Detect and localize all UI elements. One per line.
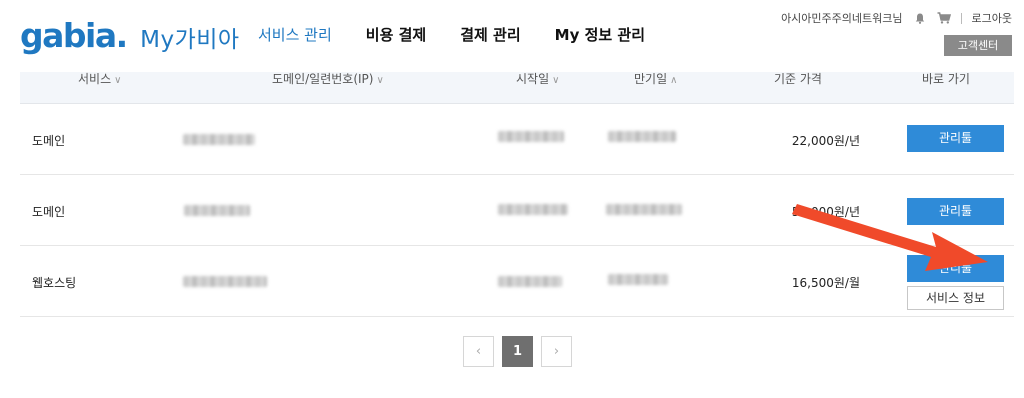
bell-icon[interactable] bbox=[915, 13, 925, 24]
logo-dot: . bbox=[115, 16, 129, 55]
current-page-button[interactable]: 1 bbox=[502, 336, 533, 367]
redacted-start-date bbox=[498, 204, 568, 215]
table-row: 도메인 22,000원/년 관리툴 bbox=[20, 104, 1014, 175]
column-label: 시작일 bbox=[516, 72, 550, 86]
next-page-button[interactable]: › bbox=[541, 336, 572, 367]
column-header-start-date[interactable]: 시작일 ∨ bbox=[516, 72, 559, 88]
table-header: 서비스 ∨ 도메인/일련번호(IP) ∨ 시작일 ∨ 만기일 ∧ 기준 가격 바로 가기 bbox=[20, 72, 1014, 104]
nav-service-management[interactable]: 서비스 관리 bbox=[258, 24, 332, 46]
column-header-domain[interactable]: 도메인/일련번호(IP) ∨ bbox=[272, 72, 384, 88]
sort-caret-icon: ∧ bbox=[670, 75, 678, 86]
prev-page-button[interactable]: ‹ bbox=[463, 336, 494, 367]
column-header-base-price: 기준 가격 bbox=[774, 72, 822, 86]
sort-caret-icon: ∨ bbox=[114, 75, 122, 86]
logo-my-gabia: My가비아 bbox=[140, 27, 240, 53]
column-label: 서비스 bbox=[78, 72, 112, 86]
service-name: 웹호스팅 bbox=[32, 276, 77, 290]
username: 아시아민주주의네트워크님 bbox=[781, 12, 903, 25]
redacted-domain bbox=[184, 205, 250, 216]
column-header-expiry-date[interactable]: 만기일 ∧ bbox=[634, 72, 677, 88]
cart-icon[interactable] bbox=[937, 12, 951, 24]
service-name: 도메인 bbox=[32, 134, 66, 148]
manage-tool-button[interactable]: 관리툴 bbox=[907, 255, 1004, 282]
divider bbox=[960, 12, 962, 24]
service-info-button[interactable]: 서비스 정보 bbox=[907, 286, 1004, 310]
redacted-domain bbox=[183, 276, 267, 287]
table-row: 웹호스팅 16,500원/월 관리툴 서비스 정보 bbox=[20, 246, 1014, 317]
redacted-start-date bbox=[498, 276, 562, 287]
gabia-logo[interactable]: gabia . My가비아 bbox=[20, 18, 240, 54]
logout-link[interactable]: 로그아웃 bbox=[972, 10, 1012, 26]
nav-my-info-management[interactable]: My 정보 관리 bbox=[555, 24, 645, 46]
base-price: 22,000원/년 bbox=[791, 134, 860, 148]
nav-payment-management[interactable]: 결제 관리 bbox=[460, 24, 520, 46]
column-label: 바로 가기 bbox=[922, 72, 970, 86]
redacted-expiry-date bbox=[608, 131, 676, 142]
redacted-expiry-date bbox=[608, 274, 668, 285]
service-name: 도메인 bbox=[32, 205, 66, 219]
column-label: 만기일 bbox=[634, 72, 668, 86]
sort-caret-icon: ∨ bbox=[376, 75, 384, 86]
base-price: 55,000원/년 bbox=[791, 205, 860, 219]
redacted-start-date bbox=[498, 131, 564, 142]
main-nav: 서비스 관리 비용 결제 결제 관리 My 정보 관리 bbox=[258, 24, 679, 46]
service-table: 서비스 ∨ 도메인/일련번호(IP) ∨ 시작일 ∨ 만기일 ∧ 기준 가격 바로 가기… bbox=[20, 72, 1014, 317]
column-header-shortcut: 바로 가기 bbox=[922, 72, 970, 86]
column-label: 기준 가격 bbox=[774, 72, 822, 86]
table-row: 도메인 55,000원/년 관리툴 bbox=[20, 175, 1014, 246]
base-price: 16,500원/월 bbox=[791, 276, 860, 290]
nav-billing-payment[interactable]: 비용 결제 bbox=[366, 24, 426, 46]
column-header-service[interactable]: 서비스 ∨ bbox=[78, 72, 121, 88]
manage-tool-button[interactable]: 관리툴 bbox=[907, 198, 1004, 225]
pagination: ‹ 1 › bbox=[463, 336, 580, 367]
logo-wordmark: gabia bbox=[20, 16, 117, 55]
sort-caret-icon: ∨ bbox=[552, 75, 560, 86]
column-label: 도메인/일련번호(IP) bbox=[272, 72, 374, 86]
customer-center-button[interactable]: 고객센터 bbox=[944, 35, 1012, 56]
redacted-expiry-date bbox=[606, 204, 682, 215]
manage-tool-button[interactable]: 관리툴 bbox=[907, 125, 1004, 152]
user-utility-bar: 아시아민주주의네트워크님 로그아웃 bbox=[781, 10, 1012, 26]
redacted-domain bbox=[183, 134, 255, 145]
top-header: gabia . My가비아 서비스 관리 비용 결제 결제 관리 My 정보 관… bbox=[0, 0, 1024, 72]
